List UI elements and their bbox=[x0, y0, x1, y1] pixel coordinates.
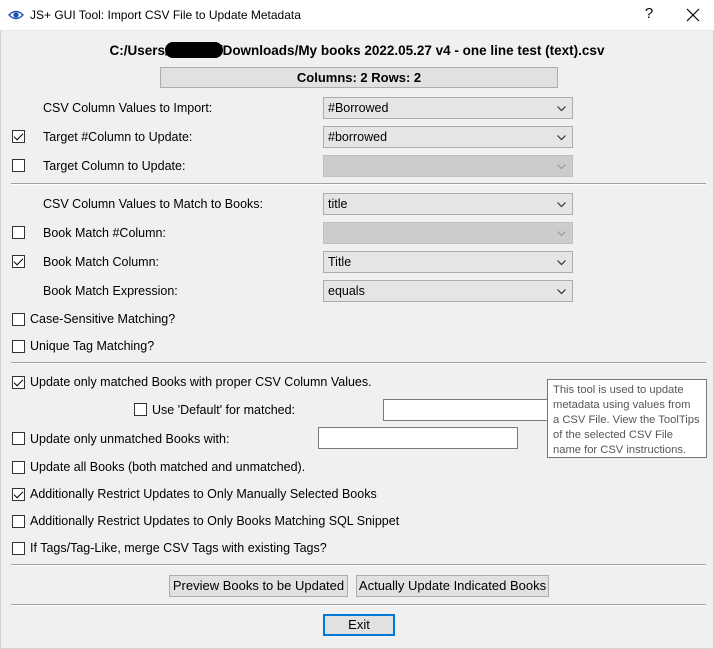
target-custom-value: #borrowed bbox=[328, 130, 388, 144]
use-default-checkbox[interactable] bbox=[134, 403, 147, 416]
update-unmatched-label: Update only unmatched Books with: bbox=[30, 432, 230, 446]
unique-tag-label: Unique Tag Matching? bbox=[30, 339, 155, 353]
tooltip-line: of the selected CSV File bbox=[553, 429, 674, 441]
chevron-down-icon bbox=[557, 135, 566, 141]
csv-match-value: title bbox=[328, 197, 348, 211]
path-suffix: /Downloads/My books 2022.05.27 v4 - one … bbox=[218, 43, 605, 58]
csv-match-label: CSV Column Values to Match to Books: bbox=[43, 197, 264, 211]
redaction-mark bbox=[164, 42, 223, 58]
chevron-down-icon bbox=[557, 164, 566, 170]
separator bbox=[11, 362, 706, 364]
unique-tag-checkbox[interactable] bbox=[12, 340, 25, 353]
book-custom-label: Book Match #Column: bbox=[43, 226, 166, 240]
csv-values-label: CSV Column Values to Import: bbox=[43, 101, 213, 115]
restrict-sql-label: Additionally Restrict Updates to Only Bo… bbox=[30, 514, 400, 528]
expression-select[interactable]: equals bbox=[323, 280, 573, 302]
target-std-label: Target Column to Update: bbox=[43, 159, 186, 173]
book-std-value: Title bbox=[328, 255, 352, 269]
chevron-down-icon bbox=[557, 106, 566, 112]
merge-tags-label: If Tags/Tag-Like, merge CSV Tags with ex… bbox=[30, 541, 327, 555]
update-matched-label: Update only matched Books with proper CS… bbox=[30, 375, 372, 389]
chevron-down-icon bbox=[557, 202, 566, 208]
update-unmatched-input[interactable] bbox=[318, 427, 518, 449]
chevron-down-icon bbox=[557, 289, 566, 295]
tooltip-line: metadata using values from bbox=[553, 399, 691, 411]
preview-button[interactable]: Preview Books to be Updated bbox=[169, 575, 348, 597]
update-matched-checkbox[interactable] bbox=[12, 376, 25, 389]
target-custom-checkbox[interactable] bbox=[12, 130, 25, 143]
close-icon[interactable] bbox=[684, 6, 702, 24]
target-std-select[interactable] bbox=[323, 155, 573, 177]
csv-file-path[interactable]: C:/Users/ /Downloads/My books 2022.05.27 … bbox=[0, 42, 714, 58]
update-all-checkbox[interactable] bbox=[12, 461, 25, 474]
book-std-select[interactable]: Title bbox=[323, 251, 573, 273]
tooltip: This tool is used to update metadata usi… bbox=[547, 379, 707, 458]
book-custom-checkbox[interactable] bbox=[12, 226, 25, 239]
tooltip-line: a CSV File. View the ToolTips bbox=[553, 414, 700, 426]
eye-icon bbox=[8, 10, 24, 20]
target-custom-label: Target #Column to Update: bbox=[43, 130, 193, 144]
columns-rows-info: Columns: 2 Rows: 2 bbox=[160, 67, 558, 88]
merge-tags-checkbox[interactable] bbox=[12, 542, 25, 555]
update-unmatched-checkbox[interactable] bbox=[12, 432, 25, 445]
tooltip-line: This tool is used to update bbox=[553, 384, 684, 396]
title-bar: JS+ GUI Tool: Import CSV File to Update … bbox=[0, 0, 714, 31]
book-std-label: Book Match Column: bbox=[43, 255, 160, 269]
expression-value: equals bbox=[328, 284, 365, 298]
chevron-down-icon bbox=[557, 231, 566, 237]
help-button[interactable]: ? bbox=[642, 5, 656, 22]
csv-values-value: #Borrowed bbox=[328, 101, 389, 115]
target-std-checkbox[interactable] bbox=[12, 159, 25, 172]
path-prefix: C:/Users/ bbox=[109, 43, 169, 58]
case-sensitive-label: Case-Sensitive Matching? bbox=[30, 312, 176, 326]
use-default-input[interactable] bbox=[383, 399, 548, 421]
target-custom-select[interactable]: #borrowed bbox=[323, 126, 573, 148]
separator bbox=[11, 183, 706, 185]
book-custom-select[interactable] bbox=[323, 222, 573, 244]
book-std-checkbox[interactable] bbox=[12, 255, 25, 268]
use-default-label: Use 'Default' for matched: bbox=[152, 403, 296, 417]
csv-values-select[interactable]: #Borrowed bbox=[323, 97, 573, 119]
separator bbox=[11, 564, 706, 566]
update-button[interactable]: Actually Update Indicated Books bbox=[356, 575, 549, 597]
restrict-selected-checkbox[interactable] bbox=[12, 488, 25, 501]
csv-match-select[interactable]: title bbox=[323, 193, 573, 215]
update-all-label: Update all Books (both matched and unmat… bbox=[30, 460, 306, 474]
exit-button[interactable]: Exit bbox=[323, 614, 395, 636]
expression-label: Book Match Expression: bbox=[43, 284, 178, 298]
window-title: JS+ GUI Tool: Import CSV File to Update … bbox=[30, 8, 301, 22]
tooltip-line: name for CSV instructions. bbox=[553, 444, 687, 456]
restrict-sql-checkbox[interactable] bbox=[12, 515, 25, 528]
case-sensitive-checkbox[interactable] bbox=[12, 313, 25, 326]
restrict-selected-label: Additionally Restrict Updates to Only Ma… bbox=[30, 487, 377, 501]
chevron-down-icon bbox=[557, 260, 566, 266]
separator bbox=[11, 604, 706, 606]
